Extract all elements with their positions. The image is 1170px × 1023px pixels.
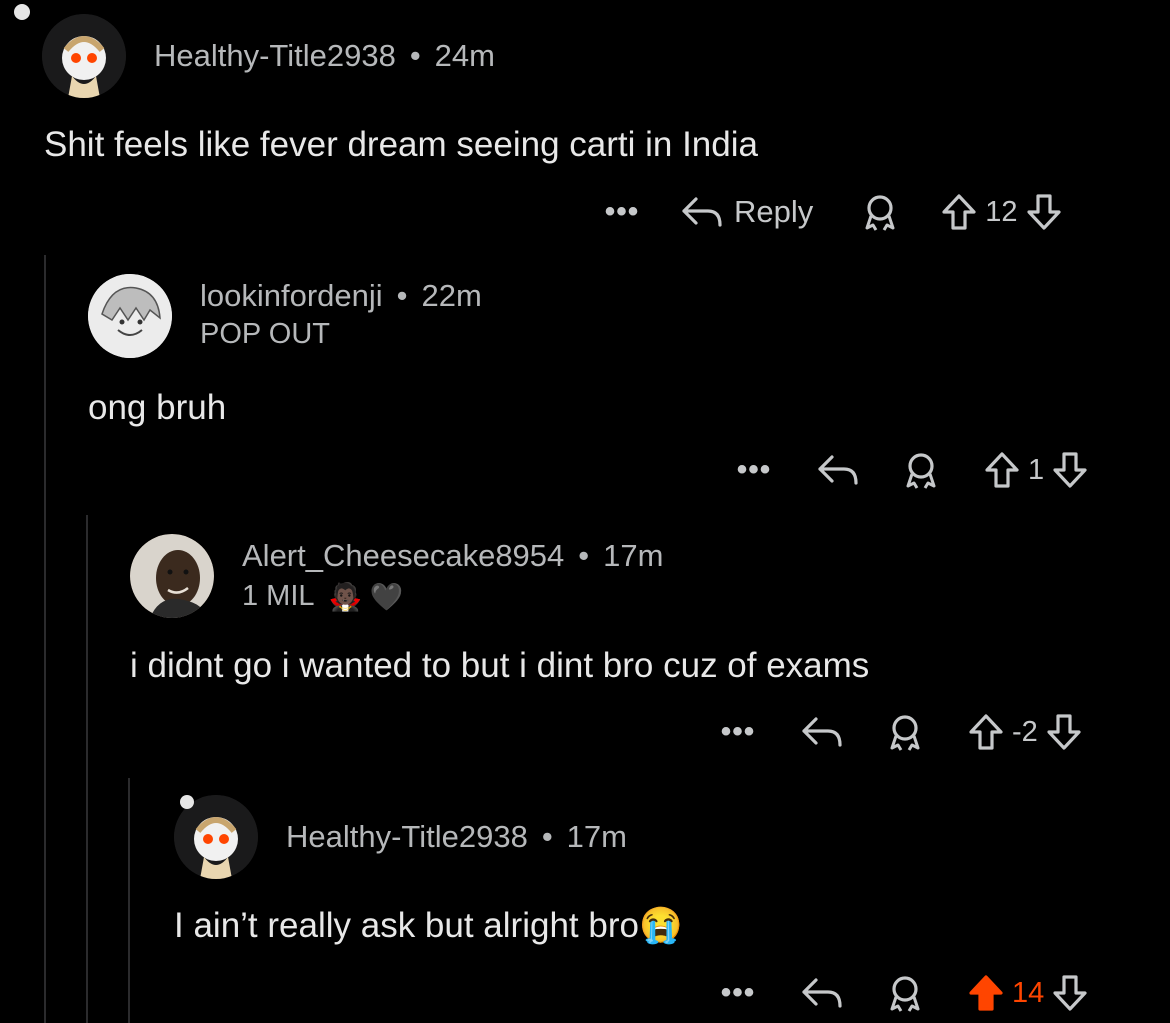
upvote-arrow-icon	[942, 194, 976, 230]
separator-dot: •	[396, 278, 408, 313]
upvote-button[interactable]	[941, 193, 977, 231]
comment-header: Alert_Cheesecake8954 • 17m	[242, 538, 663, 574]
award-button[interactable]	[861, 192, 899, 232]
reply-arrow-icon	[802, 978, 842, 1008]
award-button[interactable]	[886, 973, 924, 1013]
downvote-button[interactable]	[1052, 451, 1088, 489]
award-icon	[906, 453, 936, 489]
downvote-arrow-icon	[1053, 975, 1087, 1011]
upvote-button[interactable]	[968, 713, 1004, 751]
comment-header: lookinfordenji • 22m	[200, 278, 482, 314]
reply-arrow-icon	[682, 197, 722, 227]
comment-body: Shit feels like fever dream seeing carti…	[44, 125, 758, 164]
snoo-avatar-icon	[42, 14, 126, 98]
reply-button[interactable]	[800, 976, 844, 1010]
timestamp: 24m	[434, 38, 495, 73]
vote-score: 12	[985, 195, 1018, 228]
downvote-arrow-icon	[1053, 452, 1087, 488]
photo-avatar-icon	[130, 534, 214, 618]
reply-button[interactable]	[800, 715, 844, 749]
downvote-button[interactable]	[1052, 974, 1088, 1012]
comment: Healthy-Title2938 • 24m Shit feels like …	[0, 0, 1170, 250]
more-options-button[interactable]: •••	[716, 978, 760, 1008]
comment-actions: ••• 14	[716, 971, 1088, 1015]
reply-button[interactable]: Reply	[680, 194, 813, 230]
timestamp: 22m	[421, 278, 482, 313]
comment: lookinfordenji • 22m POP OUT ong bruh ••…	[0, 250, 1170, 510]
award-button[interactable]	[902, 450, 940, 490]
comment-header: Healthy-Title2938 • 24m	[154, 38, 495, 74]
upvote-arrow-icon	[985, 452, 1019, 488]
upvote-button-active[interactable]	[968, 974, 1004, 1012]
more-options-button[interactable]: •••	[716, 717, 760, 747]
comment-body: I ain’t really ask but alright bro😭	[174, 906, 683, 945]
downvote-button[interactable]	[1046, 713, 1082, 751]
reply-arrow-icon	[802, 717, 842, 747]
award-icon	[890, 715, 920, 751]
downvote-arrow-icon	[1047, 714, 1081, 750]
award-button[interactable]	[886, 712, 924, 752]
avatar[interactable]	[88, 274, 172, 358]
comment-actions: ••• 1	[732, 448, 1088, 492]
manga-avatar-icon	[88, 274, 172, 358]
comment-body: ong bruh	[88, 388, 227, 427]
comment-actions: ••• Reply 12	[600, 190, 1062, 234]
separator-dot: •	[541, 819, 553, 854]
downvote-button[interactable]	[1026, 193, 1062, 231]
comment-actions: ••• -2	[716, 710, 1082, 754]
username[interactable]: Alert_Cheesecake8954	[242, 538, 564, 574]
flair-emoji: 🧛🏿 🖤	[328, 581, 404, 612]
comment: Healthy-Title2938 • 17m I ain’t really a…	[0, 775, 1170, 1023]
downvote-arrow-icon	[1026, 194, 1061, 230]
timestamp: 17m	[603, 538, 664, 573]
timestamp: 17m	[566, 819, 627, 854]
avatar[interactable]	[42, 14, 126, 98]
reply-arrow-icon	[818, 455, 858, 485]
vote-score: 1	[1028, 453, 1045, 486]
user-flair: POP OUT	[200, 318, 330, 350]
username[interactable]: lookinfordenji	[200, 278, 383, 314]
award-icon	[865, 195, 895, 231]
comment: Alert_Cheesecake8954 • 17m 1 MIL 🧛🏿 🖤 i …	[0, 510, 1170, 775]
vote-score: 14	[1012, 976, 1045, 1009]
upvote-arrow-icon	[969, 714, 1003, 750]
username[interactable]: Healthy-Title2938	[154, 38, 396, 74]
antenna-dot	[180, 795, 194, 809]
flair-text: 1 MIL	[242, 580, 315, 612]
avatar[interactable]	[130, 534, 214, 618]
antenna-dot	[14, 4, 30, 20]
upvote-arrow-filled-icon	[969, 975, 1003, 1011]
upvote-button[interactable]	[984, 451, 1020, 489]
comment-body: i didnt go i wanted to but i dint bro cu…	[130, 646, 870, 685]
reply-label: Reply	[734, 194, 814, 229]
more-options-button[interactable]: •••	[600, 197, 644, 227]
separator-dot: •	[578, 538, 590, 573]
username[interactable]: Healthy-Title2938	[286, 819, 528, 855]
reply-button[interactable]	[816, 453, 860, 487]
vote-score: -2	[1012, 715, 1038, 748]
award-icon	[890, 976, 920, 1012]
user-flair: 1 MIL 🧛🏿 🖤	[242, 580, 403, 613]
more-options-button[interactable]: •••	[732, 455, 776, 485]
separator-dot: •	[409, 38, 421, 73]
comment-header: Healthy-Title2938 • 17m	[286, 819, 627, 855]
